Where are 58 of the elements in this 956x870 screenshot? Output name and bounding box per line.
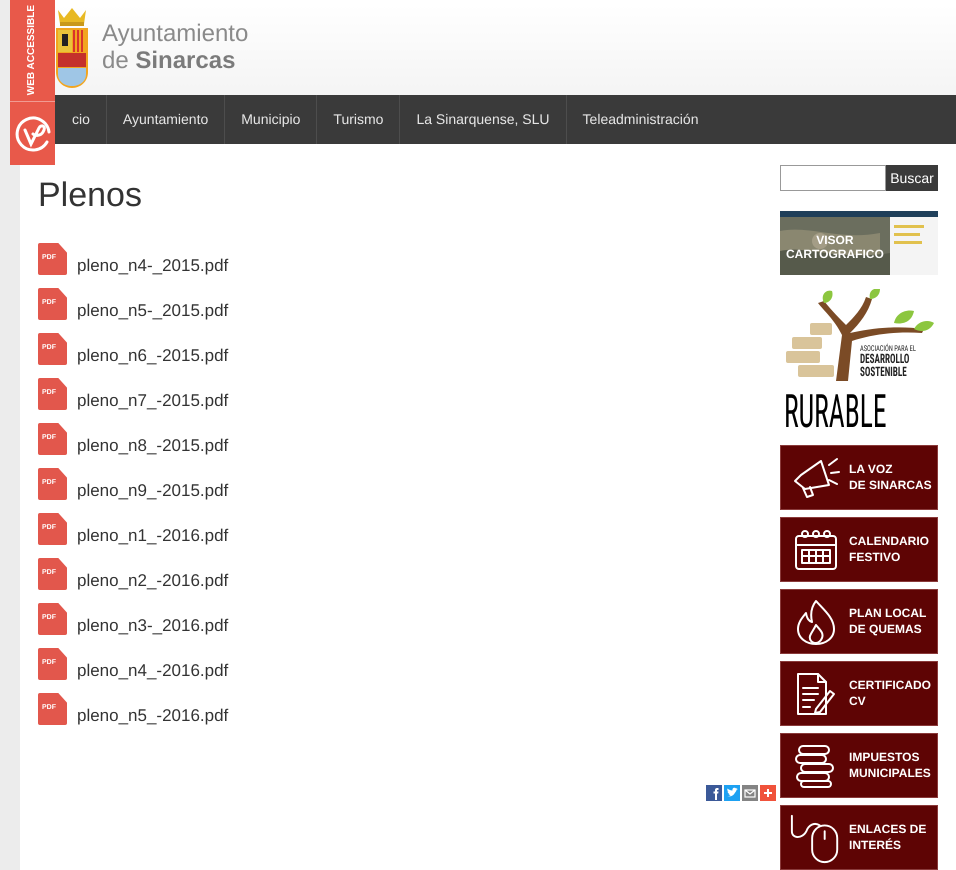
search-field[interactable]	[780, 165, 886, 191]
rurable-logo[interactable]: ASOCIACIÓN PARA EL DESARROLLO SOSTENIBLE RURABLE	[780, 289, 938, 439]
banner-text: VISOR	[816, 233, 854, 248]
nav-link[interactable]: Municipio	[224, 95, 316, 144]
accessibility-logo-icon	[12, 114, 52, 154]
plus-icon[interactable]	[760, 785, 776, 801]
nav-link[interactable]: cio	[56, 95, 106, 144]
site-title-line: Ayuntamiento	[102, 21, 248, 48]
banner-text: DE QUEMAS	[849, 622, 923, 638]
nav-link[interactable]: Ayuntamiento	[106, 95, 224, 144]
banner-text: PLAN LOCAL	[849, 606, 926, 622]
logo-tagline: SOSTENIBLE	[860, 366, 907, 379]
banner-text: CALENDARIO	[849, 534, 929, 550]
calendar-icon	[793, 528, 839, 572]
file-link[interactable]: pleno_n7_-2015.pdf	[77, 392, 228, 410]
nav-link[interactable]: La Sinarquense, SLU	[399, 95, 566, 144]
link-banner[interactable]: IMPUESTOS MUNICIPALES	[780, 733, 938, 798]
file-link[interactable]: pleno_n2_-2016.pdf	[77, 572, 228, 590]
map-viewer-banner[interactable]: VISOR CARTOGRAFICO	[780, 211, 938, 275]
link-banner[interactable]: LA VOZ DE SINARCAS	[780, 445, 938, 510]
page-title: Plenos	[38, 175, 143, 216]
nav-link[interactable]: Turismo	[316, 95, 400, 144]
link-banner[interactable]: PLAN LOCAL DE QUEMAS	[780, 589, 938, 654]
badge-text: WEB ACCESSIBLE	[26, 5, 38, 96]
link-banner[interactable]: ENLACES DE INTERÉS	[780, 805, 938, 870]
banner-text: FESTIVO	[849, 550, 902, 566]
site-title-line: de Sinarcas	[102, 48, 236, 74]
link-banner[interactable]: CALENDARIO FESTIVO	[780, 517, 938, 582]
link-banner[interactable]: CERTIFICADO CV	[780, 661, 938, 726]
email-icon[interactable]	[742, 785, 758, 801]
banner-text: INTERÉS	[849, 838, 902, 854]
banner-text: CARTOGRAFICO	[786, 247, 884, 262]
banner-text: CV	[849, 694, 867, 710]
banner-text: DE SINARCAS	[849, 478, 932, 494]
banner-text: LA VOZ	[849, 462, 894, 478]
banner-text: IMPUESTOS	[849, 750, 920, 766]
file-link[interactable]: pleno_n6_-2015.pdf	[77, 347, 228, 365]
accessibility-badge[interactable]: WEB ACCESSIBLE	[10, 0, 55, 165]
nav-link[interactable]: Teleadministración	[566, 95, 714, 144]
logo-tagline: ASOCIACIÓN PARA EL	[860, 345, 916, 353]
twitter-icon[interactable]	[724, 785, 740, 801]
banner-text: CERTIFICADO	[849, 678, 931, 694]
file-link[interactable]: pleno_n5_-2016.pdf	[77, 707, 228, 725]
file-link[interactable]: pleno_n9_-2015.pdf	[77, 482, 228, 500]
flame-icon	[794, 598, 838, 646]
file-link[interactable]: pleno_n4-_2015.pdf	[77, 257, 228, 275]
file-link[interactable]: pleno_n3-_2016.pdf	[77, 617, 228, 635]
search-button[interactable]: Buscar	[886, 165, 938, 191]
file-link[interactable]: pleno_n5-_2015.pdf	[77, 302, 228, 320]
banner-text: ENLACES DE	[849, 822, 926, 838]
file-link[interactable]: pleno_n1_-2016.pdf	[77, 527, 228, 545]
banner-text: MUNICIPALES	[849, 766, 931, 782]
logo-tagline: DESARROLLO	[860, 353, 910, 366]
file-link[interactable]: pleno_n8_-2015.pdf	[77, 437, 228, 455]
logo-wordmark: RURABLE	[784, 389, 887, 435]
document-pen-icon	[794, 670, 838, 716]
file-link[interactable]: pleno_n4_-2016.pdf	[77, 662, 228, 680]
facebook-icon[interactable]	[706, 785, 722, 801]
